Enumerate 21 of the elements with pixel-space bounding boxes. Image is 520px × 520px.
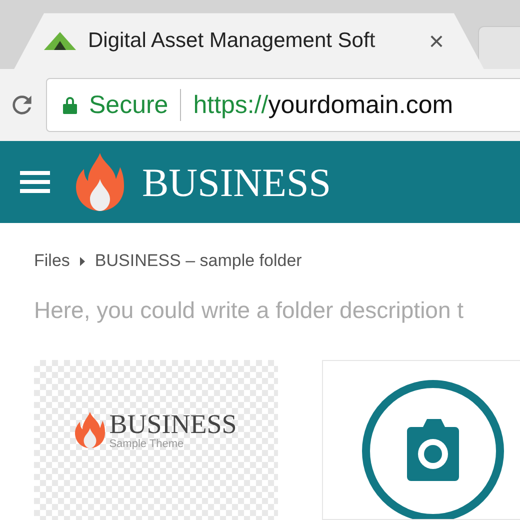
file-thumbnail[interactable]: BUSINESS Sample Theme xyxy=(34,360,278,520)
address-bar[interactable]: Secure https://yourdomain.com xyxy=(46,78,520,132)
logo-subtitle: Sample Theme xyxy=(109,438,185,450)
folder-description: Here, you could write a folder description t xyxy=(34,297,465,324)
file-card[interactable] xyxy=(322,360,520,520)
triangle-logo-icon xyxy=(44,32,76,50)
close-button[interactable]: × xyxy=(428,28,444,54)
logo-title: BUSINESS xyxy=(109,410,237,438)
lock-icon xyxy=(63,96,77,114)
breadcrumb-link[interactable]: BUSINESS – sample folder xyxy=(94,251,302,271)
brand-title: BUSINESS xyxy=(142,158,331,206)
breadcrumb-link[interactable]: Files xyxy=(34,251,70,271)
tab-title: Digital Asset Management Soft xyxy=(88,29,376,54)
url-text: https://yourdomain.com xyxy=(193,90,454,120)
browser-tab[interactable]: Digital Asset Management Soft × xyxy=(14,13,484,70)
flame-logo-icon xyxy=(75,411,106,449)
secure-label: Secure xyxy=(89,89,182,122)
flame-logo-icon xyxy=(76,153,124,212)
camera-icon xyxy=(360,379,504,519)
caret-icon xyxy=(80,256,85,266)
menu-icon[interactable] xyxy=(20,171,50,194)
